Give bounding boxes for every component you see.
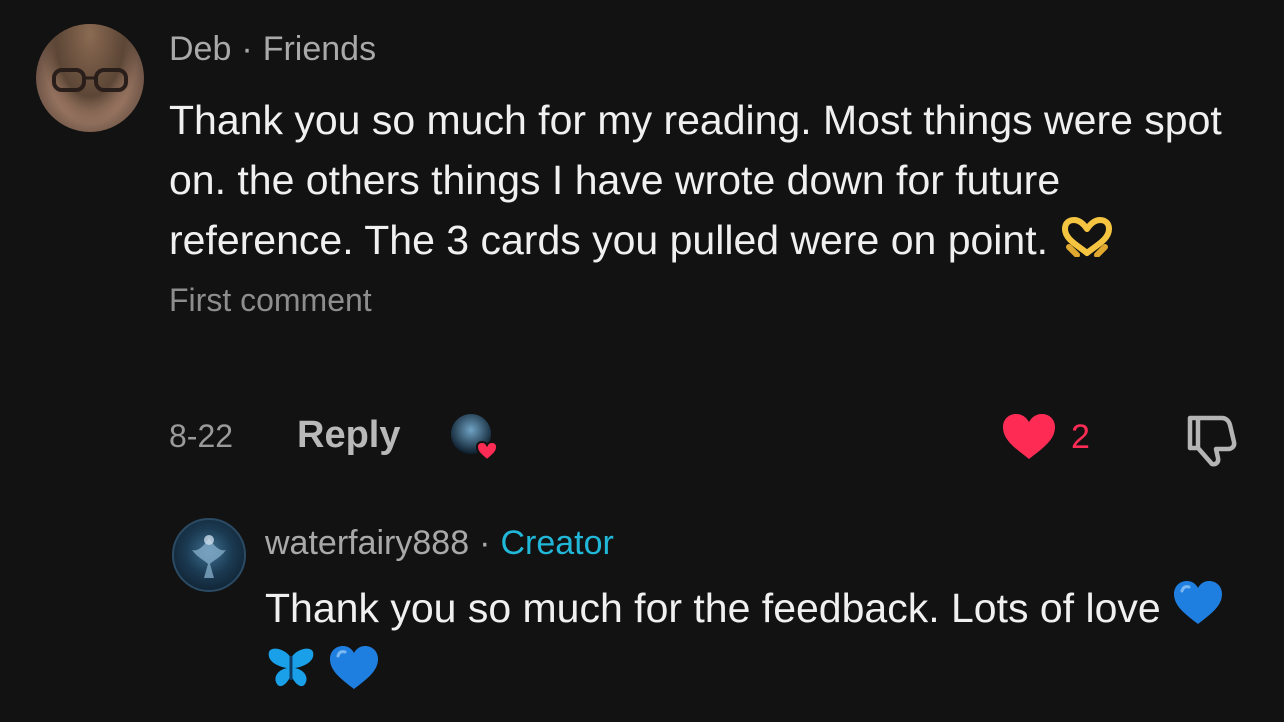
comment-text: Thank you so much for my reading. Most t… <box>169 90 1239 273</box>
first-comment-label: First comment <box>169 282 372 319</box>
comment-body: Deb · Friends Thank you so much for my rea… <box>169 24 1249 323</box>
blue-heart-icon <box>328 644 380 708</box>
like-count: 2 <box>1071 418 1090 456</box>
reply-meta: waterfairy888 · Creator <box>265 518 1245 568</box>
meta-separator: · <box>479 524 491 562</box>
creator-avatar[interactable] <box>172 518 246 592</box>
author-name[interactable]: Deb <box>169 30 231 68</box>
fairy-graphic <box>192 535 226 578</box>
comment-meta: Deb · Friends <box>169 24 1249 74</box>
heart-icon <box>1003 414 1055 459</box>
relation-label: Friends <box>262 30 377 68</box>
reply-button[interactable]: Reply <box>297 414 400 457</box>
reply-text-content: Thank you so much for the feedback. Lots… <box>265 585 1161 631</box>
reply-author-name[interactable]: waterfairy888 <box>265 524 469 562</box>
meta-separator: · <box>241 30 253 68</box>
reply-body: waterfairy888 · Creator Thank you so much … <box>265 518 1245 708</box>
glasses-graphic <box>52 68 128 92</box>
reply-text: Thank you so much for the feedback. Lots… <box>265 578 1245 708</box>
creator-liked-icon <box>449 412 501 464</box>
dislike-button[interactable] <box>1182 412 1238 468</box>
like-button[interactable] <box>1001 412 1057 462</box>
blue-heart-icon <box>1172 579 1224 643</box>
comment-date: 8-22 <box>169 418 234 454</box>
creator-badge: Creator <box>500 524 614 562</box>
butterfly-icon <box>265 644 317 708</box>
avatar[interactable] <box>36 24 144 132</box>
thumbs-down-icon <box>1187 415 1237 467</box>
comment-actions: 8-22 Reply 2 <box>169 412 1249 468</box>
heart-hands-icon <box>1059 213 1115 273</box>
